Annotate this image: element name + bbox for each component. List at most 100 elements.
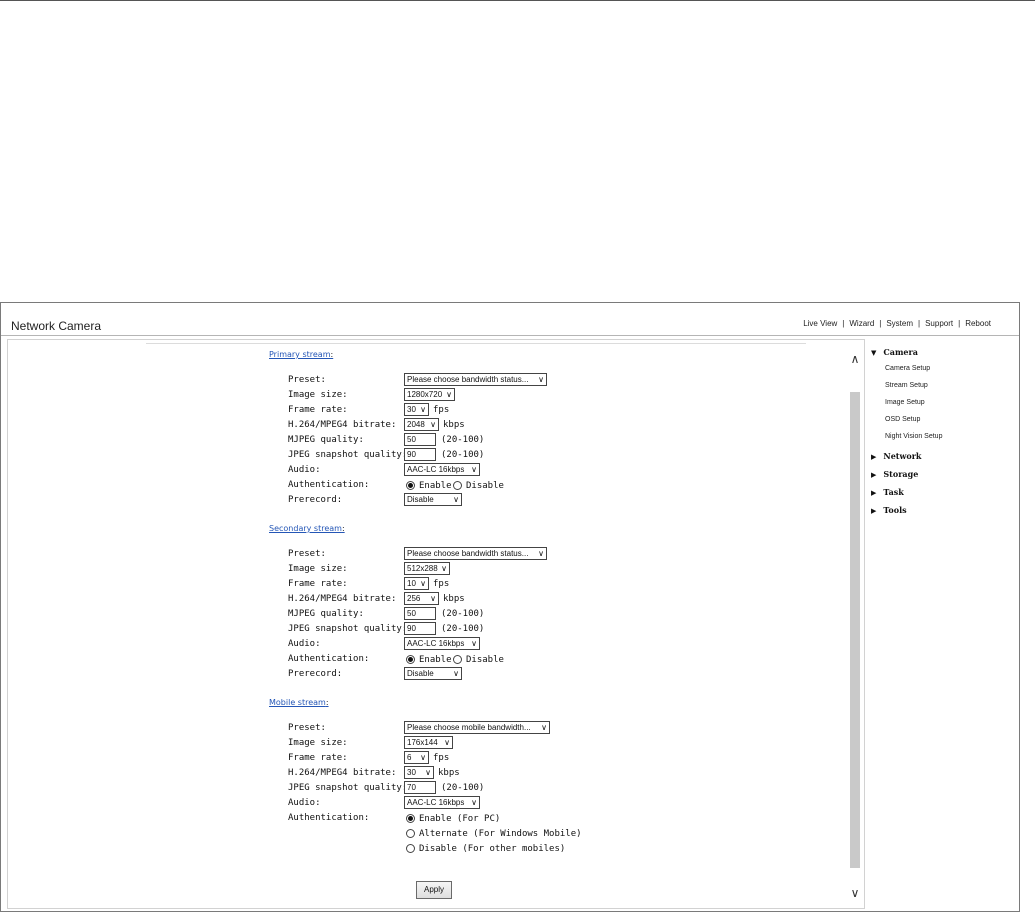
primary-prerecord-select[interactable]: Disable ∨	[404, 493, 462, 506]
top-nav: Live View | Wizard | System | Support | …	[803, 319, 991, 328]
preset-label: Preset:	[288, 723, 326, 733]
primary-auth-disable-radio[interactable]	[453, 481, 462, 490]
radio-label: Disable (For other mobiles)	[419, 844, 566, 854]
radio-label: Enable	[419, 655, 452, 665]
radio-label: Alternate (For Windows Mobile)	[419, 829, 582, 839]
nav-separator: |	[958, 319, 961, 328]
app-title: Network Camera	[11, 319, 102, 333]
primary-auth-enable-radio[interactable]	[406, 481, 415, 490]
image-size-label: Image size:	[288, 738, 348, 748]
mobile-frame-rate-select[interactable]: 6 ∨	[404, 751, 429, 764]
sidebar-item-camera-setup[interactable]: Camera Setup	[885, 365, 930, 372]
primary-jpeg-quality-input[interactable]: 90	[404, 448, 436, 461]
secondary-stream-heading[interactable]: Secondary stream:	[269, 524, 345, 533]
nav-separator: |	[879, 319, 882, 328]
audio-label: Audio:	[288, 465, 321, 475]
primary-frame-rate-select[interactable]: 30 ∨	[404, 403, 429, 416]
primary-stream-heading[interactable]: Primary stream:	[269, 350, 333, 359]
mobile-preset-select[interactable]: Please choose mobile bandwidth... ∨	[404, 721, 550, 734]
triangle-down-icon: ▼	[871, 349, 877, 357]
mjpeg-quality-label: MJPEG quality:	[288, 609, 364, 619]
mobile-bitrate-select[interactable]: 30 ∨	[404, 766, 434, 779]
kbps-unit: kbps	[443, 420, 465, 430]
heading-colon: :	[325, 698, 329, 707]
mobile-auth-pc-radio[interactable]	[406, 814, 415, 823]
sidebar-item-network[interactable]: ▶ Network	[871, 451, 921, 461]
nav-support[interactable]: Support	[925, 319, 953, 328]
secondary-stream-link[interactable]: Secondary stream	[269, 524, 342, 533]
mobile-audio-select[interactable]: AAC-LC 16kbps ∨	[404, 796, 480, 809]
sidebar-item-night-vision-setup[interactable]: Night Vision Setup	[885, 433, 942, 440]
primary-stream-link[interactable]: Primary stream	[269, 350, 331, 359]
bitrate-label: H.264/MPEG4 bitrate:	[288, 768, 397, 778]
secondary-jpeg-quality-input[interactable]: 90	[404, 622, 436, 635]
sidebar-menu: ▼ Camera Camera Setup Stream Setup Image …	[867, 339, 1019, 909]
authentication-label: Authentication:	[288, 813, 370, 823]
preset-label: Preset:	[288, 375, 326, 385]
select-value: AAC-LC 16kbps	[407, 639, 465, 648]
secondary-auth-disable-radio[interactable]	[453, 655, 462, 664]
secondary-auth-enable-radio[interactable]	[406, 655, 415, 664]
select-value: 176x144	[407, 738, 438, 747]
chevron-down-icon: ∨	[538, 549, 544, 558]
range-hint: (20-100)	[441, 435, 485, 445]
mobile-auth-other-radio[interactable]	[406, 844, 415, 853]
nav-wizard[interactable]: Wizard	[849, 319, 874, 328]
sidebar-item-storage[interactable]: ▶ Storage	[871, 469, 918, 479]
radio-label: Disable	[466, 481, 504, 491]
heading-colon: :	[330, 350, 334, 359]
chevron-up-icon[interactable]: ∧	[848, 350, 862, 368]
preset-label: Preset:	[288, 549, 326, 559]
sidebar-item-camera[interactable]: ▼ Camera	[871, 347, 918, 357]
chevron-down-icon: ∨	[471, 639, 477, 648]
select-value: 30	[407, 768, 416, 777]
mobile-jpeg-quality-input[interactable]: 70	[404, 781, 436, 794]
primary-audio-select[interactable]: AAC-LC 16kbps ∨	[404, 463, 480, 476]
primary-image-size-select[interactable]: 1280x720 ∨	[404, 388, 455, 401]
chevron-down-icon[interactable]: ∨	[848, 884, 862, 902]
secondary-preset-select[interactable]: Please choose bandwidth status... ∨	[404, 547, 547, 560]
nav-separator: |	[918, 319, 921, 328]
prerecord-label: Prerecord:	[288, 495, 343, 505]
primary-bitrate-select[interactable]: 2048 ∨	[404, 418, 439, 431]
secondary-audio-select[interactable]: AAC-LC 16kbps ∨	[404, 637, 480, 650]
sidebar-item-stream-setup[interactable]: Stream Setup	[885, 382, 928, 389]
chevron-down-icon: ∨	[420, 579, 426, 588]
mobile-stream-link[interactable]: Mobile stream	[269, 698, 326, 707]
mobile-image-size-select[interactable]: 176x144 ∨	[404, 736, 453, 749]
vertical-scrollbar[interactable]: ∧ ∨	[848, 346, 862, 904]
header-bar: Network Camera Live View | Wizard | Syst…	[1, 303, 1019, 336]
nav-live-view[interactable]: Live View	[803, 319, 837, 328]
authentication-label: Authentication:	[288, 480, 370, 490]
heading-colon: :	[341, 524, 345, 533]
secondary-image-size-select[interactable]: 512x288 ∨	[404, 562, 450, 575]
chevron-down-icon: ∨	[541, 723, 547, 732]
triangle-right-icon: ▶	[871, 489, 877, 497]
scrollbar-thumb[interactable]	[850, 392, 860, 868]
sidebar-item-image-setup[interactable]: Image Setup	[885, 399, 925, 406]
chevron-down-icon: ∨	[453, 669, 459, 678]
stream-setup-panel: Primary stream: Preset: Please choose ba…	[7, 339, 865, 909]
secondary-mjpeg-quality-input[interactable]: 50	[404, 607, 436, 620]
apply-button[interactable]: Apply	[416, 881, 452, 899]
secondary-prerecord-select[interactable]: Disable ∨	[404, 667, 462, 680]
primary-preset-select[interactable]: Please choose bandwidth status... ∨	[404, 373, 547, 386]
select-value: Please choose bandwidth status...	[407, 375, 529, 384]
sidebar-item-tools[interactable]: ▶ Tools	[871, 505, 907, 515]
nav-system[interactable]: System	[886, 319, 913, 328]
frame-rate-label: Frame rate:	[288, 579, 348, 589]
mobile-auth-windows-mobile-radio[interactable]	[406, 829, 415, 838]
sidebar-item-osd-setup[interactable]: OSD Setup	[885, 416, 920, 423]
frame-rate-label: Frame rate:	[288, 753, 348, 763]
browser-frame: Network Camera Live View | Wizard | Syst…	[0, 302, 1020, 912]
secondary-frame-rate-select[interactable]: 10 ∨	[404, 577, 429, 590]
nav-reboot[interactable]: Reboot	[965, 319, 991, 328]
kbps-unit: kbps	[443, 594, 465, 604]
sidebar-item-label: Task	[883, 487, 904, 497]
primary-mjpeg-quality-input[interactable]: 50	[404, 433, 436, 446]
sidebar-item-task[interactable]: ▶ Task	[871, 487, 904, 497]
mobile-stream-heading[interactable]: Mobile stream:	[269, 698, 329, 707]
secondary-bitrate-select[interactable]: 256 ∨	[404, 592, 439, 605]
fps-unit: fps	[433, 579, 450, 589]
audio-label: Audio:	[288, 639, 321, 649]
